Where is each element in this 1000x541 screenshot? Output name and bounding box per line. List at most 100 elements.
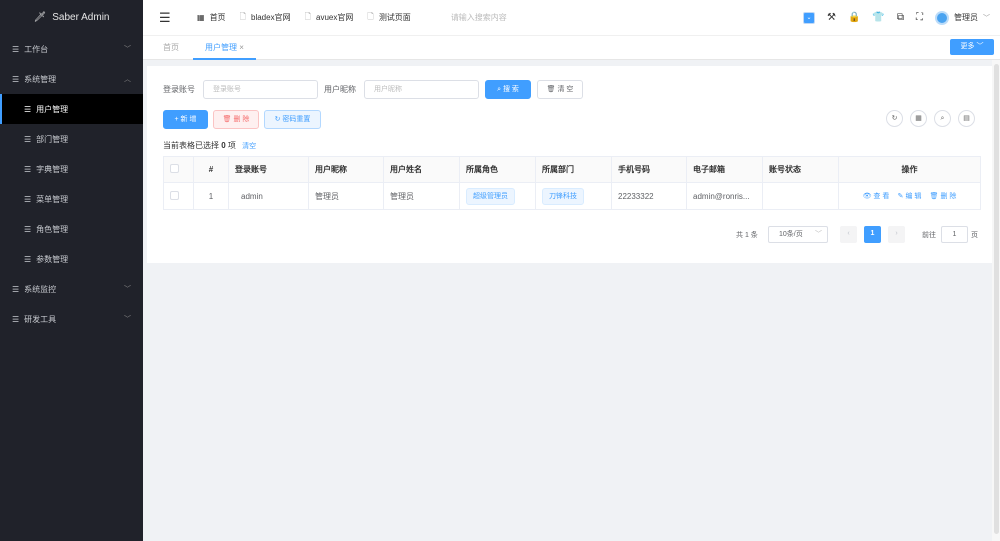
select-all-checkbox[interactable] <box>170 164 179 173</box>
clear-button[interactable]: 🗑 清 空 <box>537 80 583 99</box>
row-delete-button[interactable]: 🗑 删 除 <box>930 193 957 200</box>
row-checkbox[interactable] <box>170 190 179 200</box>
dept-tag: 刀锋科技 <box>542 187 584 205</box>
sidebar-item-7[interactable]: ☰ 参数管理 <box>0 244 143 274</box>
scrollbar[interactable] <box>992 60 1000 541</box>
language-icon[interactable]: ⧉ <box>897 12 904 23</box>
avatar <box>935 10 949 25</box>
document-icon: 🗋 <box>239 11 246 21</box>
sidebar-item-label: 字典管理 <box>36 164 69 174</box>
trash-icon: 🗑 <box>546 86 556 93</box>
reset-password-button[interactable]: ↻ 密码重置 <box>264 110 321 129</box>
user-table: # 登录账号 用户昵称 用户姓名 所属角色 所属部门 手机号码 电子邮箱 账号状… <box>163 156 981 210</box>
add-button[interactable]: + 新 增 <box>163 110 208 129</box>
list-icon: ☰ <box>12 74 20 84</box>
search-toggle-icon[interactable]: ⌕ <box>934 110 951 127</box>
table-row: 1 admin 管理员 管理员 超级管理员 刀锋科技 22233322 admi… <box>163 182 981 210</box>
list-icon: ☰ <box>24 134 32 144</box>
logo[interactable]: 🗡 Saber Admin <box>0 0 143 34</box>
chevron-down-icon: ﹀ <box>983 14 990 22</box>
next-page-button[interactable]: › <box>888 226 905 243</box>
tab-user-management[interactable]: 用户管理 × <box>193 36 256 60</box>
delete-button[interactable]: 🗑 删 除 <box>213 110 259 129</box>
list-icon: ☰ <box>24 224 32 234</box>
user-menu[interactable]: 管理员 ﹀ <box>935 10 990 25</box>
print-icon[interactable]: ▤ <box>958 110 975 127</box>
prev-page-button[interactable]: ‹ <box>840 226 857 243</box>
sidebar-item-label: 工作台 <box>24 44 49 54</box>
sidebar: 🗡 Saber Admin ☰ 工作台 ﹀ ☰ 系统管理 ︿ ☰ 用户管理 ☰ 部门管理 ☰ 字典管理 ☰… <box>0 0 143 541</box>
sidebar-item-0[interactable]: ☰ 工作台 ﹀ <box>0 34 143 64</box>
grid-icon: ▦ <box>197 13 205 22</box>
edit-icon: ✎ <box>897 193 904 200</box>
sidebar-item-label: 研发工具 <box>24 314 57 324</box>
eye-icon: 👁 <box>862 193 872 200</box>
toplink-home[interactable]: ▦ 首页 <box>197 12 226 23</box>
toplink-avuex[interactable]: 🗋 avuex官网 <box>305 11 354 25</box>
tools-icon[interactable]: ⚒ <box>827 12 836 23</box>
sidebar-item-label: 角色管理 <box>36 224 69 234</box>
sidebar-item-9[interactable]: ☰ 研发工具 ﹀ <box>0 304 143 334</box>
refresh-icon[interactable]: ↻ <box>886 110 903 127</box>
sidebar-item-8[interactable]: ☰ 系统监控 ﹀ <box>0 274 143 304</box>
sidebar-item-6[interactable]: ☰ 角色管理 <box>0 214 143 244</box>
global-search-input[interactable]: 请输入搜索内容 <box>451 12 507 23</box>
lock-icon[interactable]: 🔒 <box>848 12 860 23</box>
page-1-button[interactable]: 1 <box>864 226 881 243</box>
trash-icon: 🗑 <box>929 193 939 200</box>
sword-icon: 🗡 <box>33 11 47 23</box>
sidebar-item-label: 系统监控 <box>24 284 57 294</box>
account-input[interactable]: 登录账号 <box>203 80 318 99</box>
list-icon: ☰ <box>24 164 32 174</box>
page-size-select[interactable]: 10条/页 ﹀ <box>768 226 828 243</box>
tab-bar: 首页 用户管理 × 更多 ﹀ <box>143 36 1000 60</box>
tab-home[interactable]: 首页 <box>163 36 179 60</box>
edit-button[interactable]: ✎ 编 辑 <box>898 193 922 200</box>
chevron-down-icon: ﹀ <box>124 316 131 323</box>
list-icon: ☰ <box>12 314 20 324</box>
sidebar-item-label: 部门管理 <box>36 134 69 144</box>
chevron-up-icon: ︿ <box>124 76 131 83</box>
refresh-icon: ↻ <box>274 116 281 123</box>
sidebar-menu: ☰ 工作台 ﹀ ☰ 系统管理 ︿ ☰ 用户管理 ☰ 部门管理 ☰ 字典管理 ☰ 菜单管理 ☰ 角色管理 ☰ 参数管… <box>0 34 143 334</box>
toplink-test[interactable]: 🗋 测试页面 <box>367 11 410 25</box>
theme-color-icon[interactable]: ⌄ <box>802 11 815 24</box>
sidebar-item-label: 菜单管理 <box>36 194 69 204</box>
content-card: 登录账号 登录账号 用户昵称 用户昵称 ⌕ 搜 索 🗑 清 空 + 新 增 🗑 … <box>147 66 992 263</box>
sidebar-item-1[interactable]: ☰ 系统管理 ︿ <box>0 64 143 94</box>
clear-selection-link[interactable]: 清空 <box>242 143 256 150</box>
sidebar-item-3[interactable]: ☰ 部门管理 <box>0 124 143 154</box>
selection-info: 当前表格已选择 0 项 清空 <box>163 141 257 150</box>
top-header: ☰ ▦ 首页 🗋 bladex官网 🗋 avuex官网 🗋 测试页面 请输入搜索内容 ⌄… <box>143 0 1000 36</box>
list-icon: ☰ <box>24 104 32 114</box>
close-icon[interactable]: × <box>239 43 244 52</box>
sidebar-item-2[interactable]: ☰ 用户管理 <box>0 94 143 124</box>
search-button[interactable]: ⌕ 搜 索 <box>485 80 531 99</box>
chevron-down-icon: ﹀ <box>815 231 822 238</box>
toplink-bladex[interactable]: 🗋 bladex官网 <box>240 11 291 25</box>
total-count: 共 1 条 <box>736 232 758 239</box>
menu-toggle-icon[interactable]: ☰ <box>159 10 183 26</box>
document-icon: 🗋 <box>367 11 374 21</box>
sidebar-item-5[interactable]: ☰ 菜单管理 <box>0 184 143 214</box>
list-icon: ☰ <box>24 194 32 204</box>
shirt-icon[interactable]: 👕 <box>872 12 884 23</box>
chevron-down-icon: ﹀ <box>124 46 131 53</box>
columns-icon[interactable]: ▦ <box>910 110 927 127</box>
list-icon: ☰ <box>12 44 20 54</box>
nickname-input[interactable]: 用户昵称 <box>364 80 479 99</box>
search-icon: ⌕ <box>497 86 501 93</box>
view-button[interactable]: 👁 查 看 <box>863 193 890 200</box>
list-icon: ☰ <box>12 284 20 294</box>
goto-page-input[interactable]: 1 <box>941 226 968 243</box>
sidebar-item-label: 用户管理 <box>36 104 69 114</box>
document-icon: 🗋 <box>304 11 312 21</box>
list-icon: ☰ <box>24 254 32 264</box>
sidebar-item-label: 系统管理 <box>24 74 57 84</box>
trash-icon: 🗑 <box>222 116 232 123</box>
chevron-down-icon: ﹀ <box>124 286 131 293</box>
role-tag: 超级管理员 <box>466 187 515 205</box>
sidebar-item-4[interactable]: ☰ 字典管理 <box>0 154 143 184</box>
more-button[interactable]: 更多 ﹀ <box>950 39 994 55</box>
fullscreen-icon[interactable]: ⛶ <box>916 12 923 23</box>
